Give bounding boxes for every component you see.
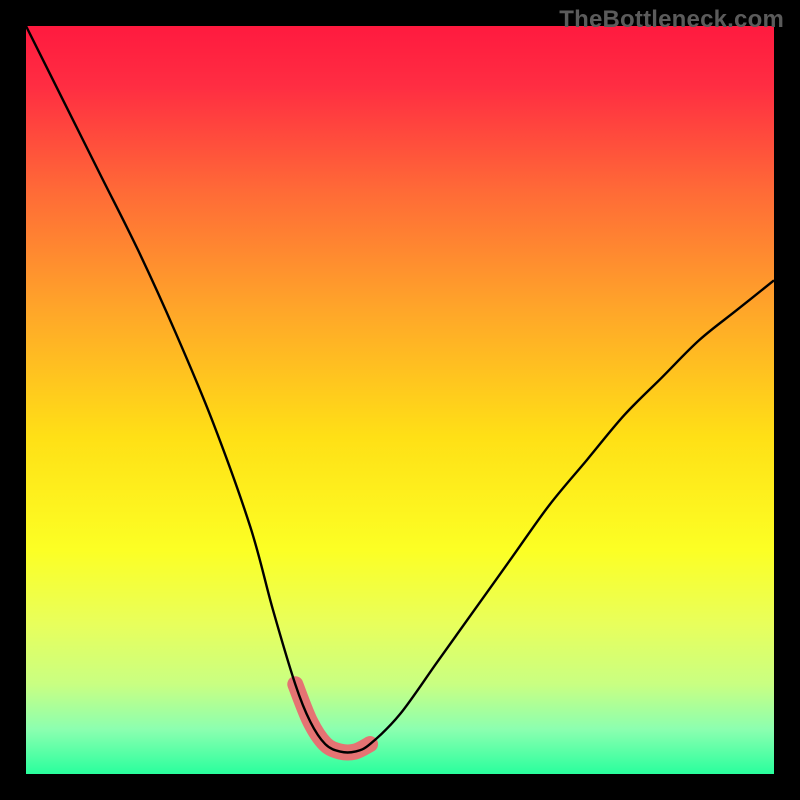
plot-area — [26, 26, 774, 774]
bottleneck-curve — [26, 26, 774, 752]
optimal-range-highlight — [295, 684, 370, 752]
chart-frame: TheBottleneck.com — [0, 0, 800, 800]
watermark: TheBottleneck.com — [559, 6, 784, 34]
curve-layer — [26, 26, 774, 774]
